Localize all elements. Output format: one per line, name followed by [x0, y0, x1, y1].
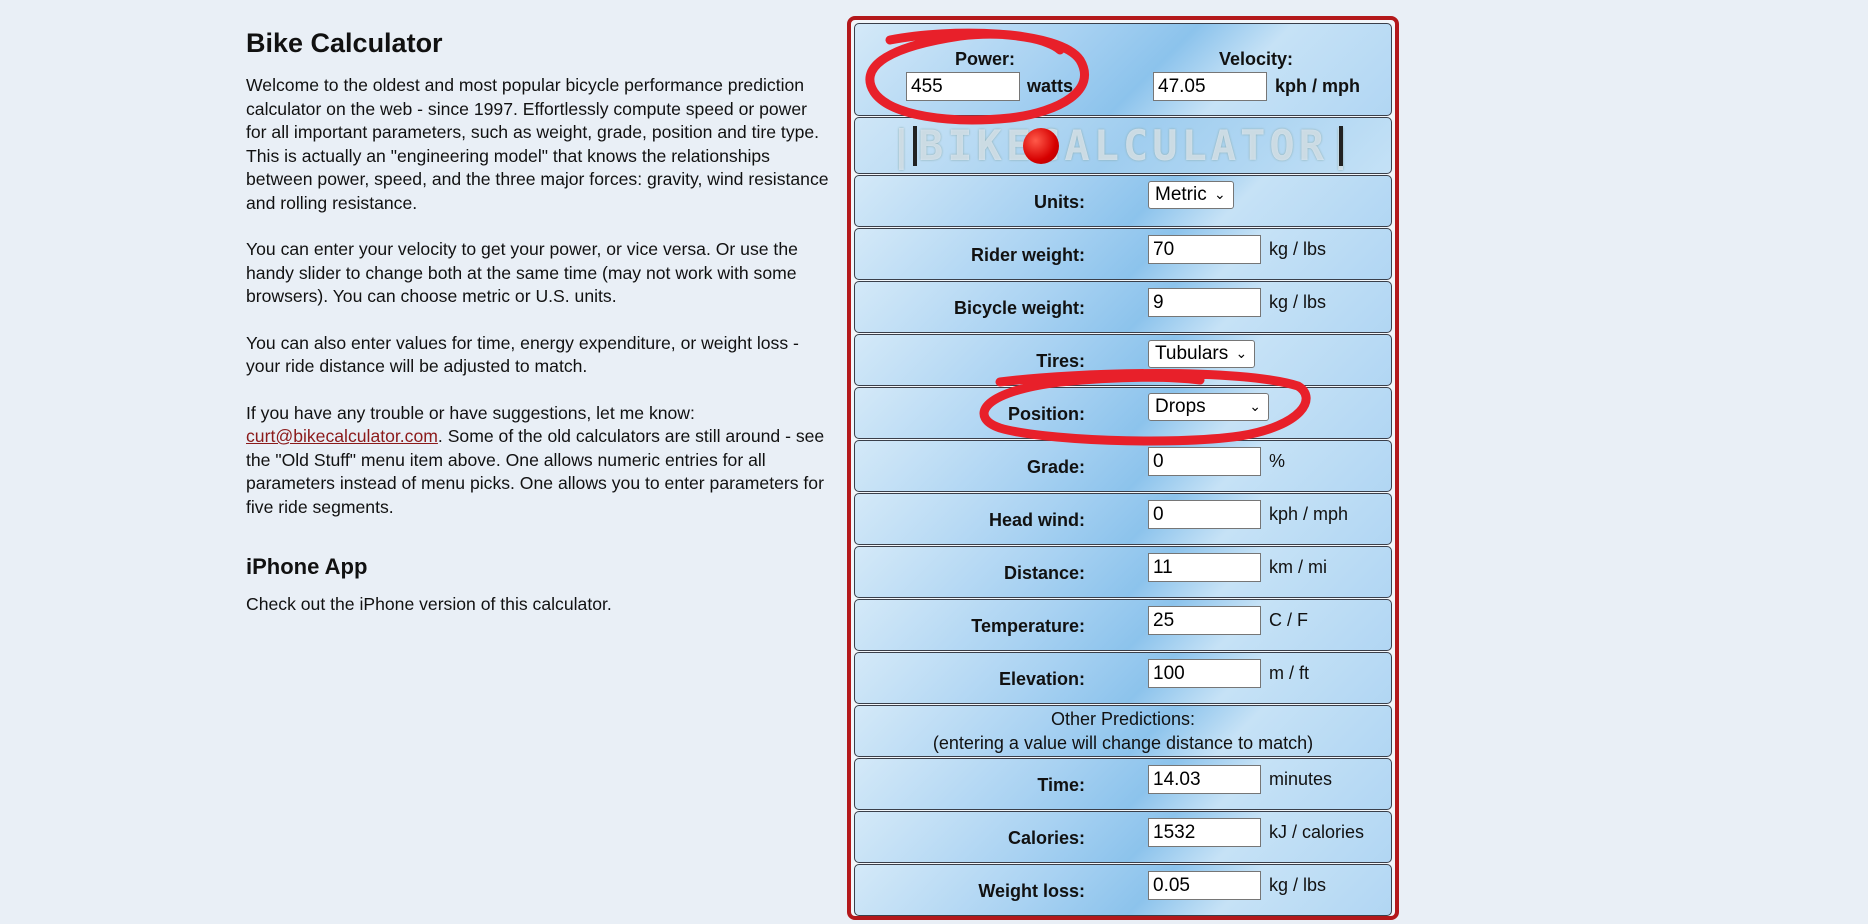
distance-label: Distance: — [1003, 563, 1085, 583]
head-wind-row: Head wind: 0 kph / mph — [854, 493, 1392, 545]
slider-handle[interactable] — [1023, 128, 1059, 164]
head-wind-input[interactable]: 0 — [1148, 500, 1261, 529]
power-unit: watts — [1027, 76, 1074, 96]
power-label: Power: — [955, 49, 1016, 69]
temperature-label: Temperature: — [971, 616, 1085, 636]
iphone-text: Check out the iPhone version of this cal… — [246, 594, 612, 614]
time-unit: minutes — [1269, 769, 1333, 789]
weight-loss-unit: kg / lbs — [1269, 875, 1327, 895]
position-value: Drops — [1155, 396, 1206, 417]
elevation-unit: m / ft — [1269, 663, 1309, 683]
intro-paragraph-4: If you have any trouble or have suggesti… — [246, 402, 832, 520]
intro-section: Bike Calculator Welcome to the oldest an… — [246, 22, 832, 640]
power-input[interactable]: 455 — [906, 72, 1020, 101]
time-input[interactable]: 14.03 — [1148, 765, 1261, 794]
calories-label: Calories: — [1007, 828, 1085, 848]
velocity-label: Velocity: — [1219, 49, 1294, 69]
intro-paragraph-1: Welcome to the oldest and most popular b… — [246, 75, 829, 213]
bicycle-weight-row: Bicycle weight: 9 kg / lbs — [854, 281, 1392, 333]
temperature-row: Temperature: 25 C / F — [854, 599, 1392, 651]
grade-label: Grade: — [1026, 457, 1085, 477]
calories-input[interactable]: 1532 — [1148, 818, 1261, 847]
weight-loss-label: Weight loss: — [978, 881, 1085, 901]
position-select[interactable]: Drops ⌄ — [1148, 393, 1269, 421]
contact-email-link[interactable]: curt@bikecalculator.com — [246, 426, 438, 446]
head-wind-label: Head wind: — [988, 510, 1085, 530]
tires-select[interactable]: Tubulars ⌄ — [1148, 340, 1256, 368]
rider-weight-unit: kg / lbs — [1269, 239, 1327, 259]
rider-weight-input[interactable]: 70 — [1148, 235, 1261, 264]
calories-row: Calories: 1532 kJ / calories — [854, 811, 1392, 863]
other-predictions-note: (entering a value will change distance t… — [932, 733, 1314, 753]
velocity-input[interactable]: 47.05 — [1153, 72, 1267, 101]
temperature-input[interactable]: 25 — [1148, 606, 1261, 635]
distance-row: Distance: 11 km / mi — [854, 546, 1392, 598]
bikecalculator-logo: |BIKECALCULATOR| — [855, 118, 1391, 173]
bicycle-weight-input[interactable]: 9 — [1148, 288, 1261, 317]
chevron-down-icon: ⌄ — [1214, 186, 1226, 202]
head-wind-unit: kph / mph — [1269, 504, 1349, 524]
velocity-unit: kph / mph — [1275, 76, 1360, 96]
weight-loss-row: Weight loss: 0.05 kg / lbs — [854, 864, 1392, 916]
chevron-down-icon: ⌄ — [1235, 345, 1248, 361]
bicycle-weight-unit: kg / lbs — [1269, 292, 1327, 312]
elevation-label: Elevation: — [998, 669, 1085, 689]
bicycle-weight-label: Bicycle weight: — [953, 298, 1085, 318]
position-row: Position: Drops ⌄ — [854, 387, 1392, 439]
rider-weight-label: Rider weight: — [970, 245, 1085, 265]
tires-value: Tubulars — [1155, 343, 1229, 364]
temperature-unit: C / F — [1269, 610, 1308, 630]
units-label: Units: — [1034, 192, 1085, 212]
contact-text: If you have any trouble or have suggesti… — [246, 402, 695, 423]
calculator-panel: Power: 455 watts Velocity: 47.05 kph / m… — [847, 16, 1399, 920]
units-row: Units: Metric ⌄ — [854, 175, 1392, 227]
time-label: Time: — [1037, 775, 1085, 795]
grade-unit: % — [1269, 451, 1286, 471]
other-predictions-row: Other Predictions: (entering a value wil… — [854, 705, 1392, 757]
other-predictions-title: Other Predictions: — [1050, 709, 1196, 729]
page-title: Bike Calculator — [246, 28, 443, 58]
units-select[interactable]: Metric ⌄ — [1148, 181, 1234, 209]
tires-row: Tires: Tubulars ⌄ — [854, 334, 1392, 386]
time-row: Time: 14.03 minutes — [854, 758, 1392, 810]
intro-paragraph-3: You can also enter values for time, ener… — [246, 332, 799, 377]
intro-paragraph-2: You can enter your velocity to get your … — [246, 239, 798, 306]
slider-tick-icon — [1339, 126, 1343, 166]
calories-unit: kJ / calories — [1269, 822, 1365, 842]
iphone-title: iPhone App — [246, 554, 368, 579]
grade-input[interactable]: 0 — [1148, 447, 1261, 476]
slider-tick-icon — [913, 126, 917, 166]
distance-input[interactable]: 11 — [1148, 553, 1261, 582]
position-label: Position: — [1008, 404, 1085, 424]
elevation-input[interactable]: 100 — [1148, 659, 1261, 688]
logo-text: |BIKECALCULATOR| — [888, 121, 1358, 170]
chevron-down-icon: ⌄ — [1249, 398, 1261, 414]
rider-weight-row: Rider weight: 70 kg / lbs — [854, 228, 1392, 280]
distance-unit: km / mi — [1269, 557, 1327, 577]
speed-slider[interactable]: |BIKECALCULATOR| — [854, 117, 1392, 174]
elevation-row: Elevation: 100 m / ft — [854, 652, 1392, 704]
grade-row: Grade: 0 % — [854, 440, 1392, 492]
units-value: Metric — [1155, 184, 1207, 205]
power-velocity-row: Power: 455 watts Velocity: 47.05 kph / m… — [854, 23, 1392, 116]
tires-label: Tires: — [1036, 351, 1085, 371]
weight-loss-input[interactable]: 0.05 — [1148, 871, 1261, 900]
